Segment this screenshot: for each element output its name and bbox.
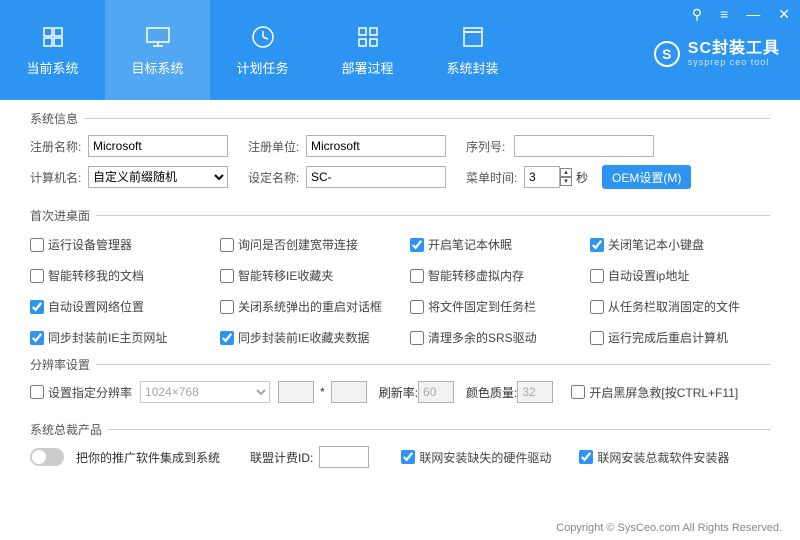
tab-label: 目标系统 — [131, 58, 183, 77]
first-option-9[interactable]: 关闭系统弹出的重启对话框 — [220, 298, 410, 315]
windows-icon — [40, 24, 66, 50]
regname-input[interactable] — [88, 135, 228, 157]
refresh-input[interactable] — [418, 381, 454, 403]
first-option-7[interactable]: 自动设置ip地址 — [590, 267, 770, 284]
clock-icon — [250, 24, 276, 50]
resolution-select[interactable]: 1024×768 — [140, 381, 270, 403]
group-resolution: 分辨率设置 设置指定分辨率 1024×768 * 刷新率: 颜色质量: 开启黑屏… — [30, 356, 770, 417]
copyright-footer: Copyright © SysCeo.com All Rights Reserv… — [556, 522, 782, 534]
first-option-15[interactable]: 运行完成后重启计算机 — [590, 329, 770, 346]
hw-driver-checkbox[interactable]: 联网安装缺失的硬件驱动 — [401, 449, 551, 466]
promote-label: 把你的推广软件集成到系统 — [76, 449, 220, 466]
monitor-icon — [145, 24, 171, 50]
union-label: 联盟计费ID: — [250, 449, 313, 466]
group-first-desktop: 首次进桌面 运行设备管理器询问是否创建宽带连接开启笔记本休眠关闭笔记本小键盘智能… — [30, 207, 770, 352]
serial-label: 序列号: — [466, 138, 514, 155]
group-legend: 系统信息 — [30, 110, 84, 127]
tab-current-system[interactable]: 当前系统 — [0, 0, 105, 100]
setres-checkbox[interactable]: 设置指定分辨率 — [30, 384, 132, 401]
logo-title: SC封装工具 — [688, 40, 780, 58]
blackscreen-checkbox[interactable]: 开启黑屏急救[按CTRL+F11] — [571, 384, 738, 401]
tab-system-package[interactable]: 系统封装 — [420, 0, 525, 100]
header: ⚲ ≡ — ✕ 当前系统 目标系统 计划任务 部署过程 系统封装 S SC封装工… — [0, 0, 800, 100]
group-sysceo-products: 系统总裁产品 把你的推广软件集成到系统 联盟计费ID: 联网安装缺失的硬件驱动 … — [30, 421, 770, 482]
menutime-label: 菜单时间: — [466, 169, 524, 186]
first-option-10[interactable]: 将文件固定到任务栏 — [410, 298, 590, 315]
oem-settings-button[interactable]: OEM设置(M) — [602, 165, 691, 189]
width-input[interactable] — [278, 381, 314, 403]
first-option-13[interactable]: 同步封装前IE收藏夹数据 — [220, 329, 410, 346]
group-legend: 系统总裁产品 — [30, 421, 108, 438]
menu-icon[interactable]: ≡ — [720, 6, 728, 23]
minimize-icon[interactable]: — — [746, 6, 760, 23]
first-option-12[interactable]: 同步封装前IE主页网址 — [30, 329, 220, 346]
first-option-1[interactable]: 询问是否创建宽带连接 — [220, 236, 410, 253]
first-option-4[interactable]: 智能转移我的文档 — [30, 267, 220, 284]
menutime-input[interactable] — [524, 166, 560, 188]
colorquality-input[interactable] — [517, 381, 553, 403]
regunit-input[interactable] — [306, 135, 446, 157]
setname-label: 设定名称: — [248, 169, 306, 186]
tab-label: 计划任务 — [236, 58, 288, 77]
refresh-label: 刷新率: — [379, 384, 418, 401]
tab-label: 部署过程 — [341, 58, 393, 77]
group-legend: 分辨率设置 — [30, 356, 96, 373]
soft-installer-checkbox[interactable]: 联网安装总裁软件安装器 — [579, 449, 729, 466]
first-option-8[interactable]: 自动设置网络位置 — [30, 298, 220, 315]
menutime-spinner[interactable]: ▴▾ — [560, 168, 572, 186]
color-label: 颜色质量: — [466, 384, 517, 401]
tab-label: 当前系统 — [26, 58, 78, 77]
tab-target-system[interactable]: 目标系统 — [105, 0, 210, 100]
window-controls: ⚲ ≡ — ✕ — [692, 6, 790, 23]
content-area: 系统信息 注册名称: 注册单位: 序列号: 计算机名: 自定义前缀随机 设定名称… — [0, 100, 800, 512]
promote-toggle[interactable] — [30, 448, 64, 466]
logo-subtitle: sysprep ceo tool — [688, 58, 780, 68]
seconds-label: 秒 — [576, 169, 588, 186]
first-option-2[interactable]: 开启笔记本休眠 — [410, 236, 590, 253]
setname-input[interactable] — [306, 166, 446, 188]
grid-icon — [355, 24, 381, 50]
union-id-input[interactable] — [319, 446, 369, 468]
first-option-0[interactable]: 运行设备管理器 — [30, 236, 220, 253]
package-icon — [460, 24, 486, 50]
group-system-info: 系统信息 注册名称: 注册单位: 序列号: 计算机名: 自定义前缀随机 设定名称… — [30, 110, 770, 203]
tab-deploy-process[interactable]: 部署过程 — [315, 0, 420, 100]
user-icon[interactable]: ⚲ — [692, 6, 702, 23]
compname-select[interactable]: 自定义前缀随机 — [88, 166, 228, 188]
first-option-5[interactable]: 智能转移IE收藏夹 — [220, 267, 410, 284]
serial-input[interactable] — [514, 135, 654, 157]
regname-label: 注册名称: — [30, 138, 88, 155]
first-option-11[interactable]: 从任务栏取消固定的文件 — [590, 298, 770, 315]
group-legend: 首次进桌面 — [30, 207, 96, 224]
logo-mark-icon: S — [654, 41, 680, 67]
app-logo: S SC封装工具 sysprep ceo tool — [654, 40, 780, 67]
height-input[interactable] — [331, 381, 367, 403]
first-option-6[interactable]: 智能转移虚拟内存 — [410, 267, 590, 284]
regunit-label: 注册单位: — [248, 138, 306, 155]
tab-label: 系统封装 — [446, 58, 498, 77]
close-icon[interactable]: ✕ — [778, 6, 790, 23]
first-option-3[interactable]: 关闭笔记本小键盘 — [590, 236, 770, 253]
compname-label: 计算机名: — [30, 169, 88, 186]
tab-scheduled-tasks[interactable]: 计划任务 — [210, 0, 315, 100]
first-option-14[interactable]: 清理多余的SRS驱动 — [410, 329, 590, 346]
